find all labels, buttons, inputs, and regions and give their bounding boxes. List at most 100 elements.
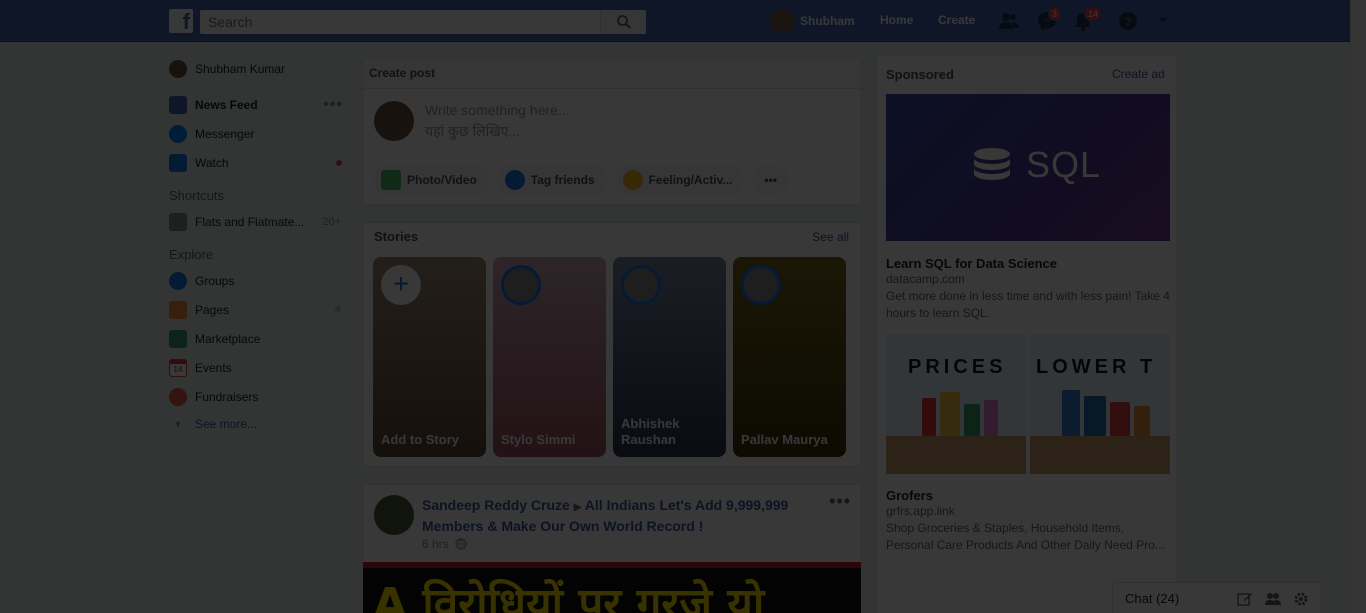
story-card-add[interactable]: + Add to Story xyxy=(373,257,486,457)
sidebar-item-profile[interactable]: Shubham Kumar xyxy=(169,56,349,82)
friends-icon xyxy=(999,13,1019,29)
new-group-icon[interactable] xyxy=(1265,591,1281,607)
compose-icon[interactable] xyxy=(1237,591,1253,607)
right-sidebar: Sponsored Create ad SQL Learn SQL for Da… xyxy=(876,56,1176,613)
more-options-icon[interactable]: ••• xyxy=(323,96,343,114)
ad-title[interactable]: Learn SQL for Data Science xyxy=(886,256,1057,271)
left-navigation: Shubham Kumar News Feed ••• Messenger Wa… xyxy=(169,56,349,437)
create-link[interactable]: Create xyxy=(938,13,975,27)
product-image xyxy=(1110,402,1130,436)
product-image xyxy=(964,404,980,436)
sidebar-item-fundraisers[interactable]: Fundraisers xyxy=(169,382,349,411)
story-name: Stylo Simmi xyxy=(501,432,576,447)
sidebar-item-groups[interactable]: Groups xyxy=(169,266,349,295)
feeling-activity-button[interactable]: Feeling/Activ... xyxy=(614,165,745,195)
post-image[interactable]: A विरोधियों पर गरजे यो xyxy=(363,562,861,613)
profile-name: Shubham xyxy=(800,14,855,28)
post-author-link[interactable]: Sandeep Reddy Cruze xyxy=(422,497,570,513)
account-menu-button[interactable] xyxy=(1156,13,1170,27)
search-input[interactable] xyxy=(200,10,600,34)
shelf xyxy=(886,436,1026,474)
see-more-link[interactable]: ▼ See more... xyxy=(169,411,349,437)
search-box xyxy=(200,10,646,34)
ad-title[interactable]: Grofers xyxy=(886,488,933,503)
help-icon: ? xyxy=(1119,12,1137,30)
photo-video-label: Photo/Video xyxy=(407,173,477,187)
sidebar-item-label: Marketplace xyxy=(195,331,261,346)
post-header: Sandeep Reddy Cruze ▶ All Indians Let's … xyxy=(422,496,812,536)
shortcut-count: 20+ xyxy=(322,215,341,228)
story-card[interactable]: Pallav Maurya xyxy=(733,257,846,457)
see-all-stories-link[interactable]: See all xyxy=(812,230,849,244)
messages-badge: 3 xyxy=(1048,7,1062,21)
facebook-logo[interactable]: f xyxy=(169,9,193,33)
notifications-badge: 14 xyxy=(1084,7,1103,21)
ad-image-sql[interactable]: SQL xyxy=(886,94,1170,241)
sidebar-item-label: Shubham Kumar xyxy=(195,62,286,76)
sidebar-item-events[interactable]: 14 Events xyxy=(169,353,349,382)
more-options-button[interactable]: ••• xyxy=(752,165,789,195)
watch-icon xyxy=(169,153,187,172)
sidebar-item-shortcut[interactable]: Flats and Flatmate... 20+ xyxy=(169,207,349,236)
avatar xyxy=(770,9,794,33)
product-image xyxy=(1134,406,1150,436)
sidebar-item-label: Events xyxy=(195,360,232,375)
sponsored-title: Sponsored xyxy=(886,67,954,82)
story-name: Abhishek Raushan xyxy=(621,416,680,447)
story-name: Add to Story xyxy=(381,432,459,447)
tag-friends-label: Tag friends xyxy=(530,173,595,187)
create-post-header[interactable]: Create post xyxy=(363,59,861,89)
new-indicator-dot xyxy=(336,159,342,166)
sidebar-item-watch[interactable]: Watch xyxy=(169,148,349,177)
top-navigation-bar: f Shubham Home Create 3 14 ? xyxy=(0,0,1350,42)
chat-bar[interactable]: Chat (24) xyxy=(1112,582,1322,613)
page-scrollbar[interactable] xyxy=(1350,0,1366,613)
product-image xyxy=(940,392,960,436)
story-card[interactable]: Stylo Simmi xyxy=(493,257,606,457)
ad-image-grofers[interactable]: PRICES LOWER T xyxy=(886,334,1170,474)
svg-text:?: ? xyxy=(1124,14,1132,29)
events-icon: 14 xyxy=(169,358,187,377)
post-options-button[interactable]: ••• xyxy=(829,491,851,512)
sidebar-item-pages[interactable]: Pages 4 xyxy=(169,295,349,324)
create-ad-link[interactable]: Create ad xyxy=(1112,67,1165,81)
feed-post: Sandeep Reddy Cruze ▶ All Indians Let's … xyxy=(362,484,862,613)
avatar xyxy=(169,60,187,78)
gear-icon[interactable] xyxy=(1293,591,1309,607)
post-timestamp[interactable]: 6 hrs xyxy=(422,537,449,551)
composer-actions: Photo/Video Tag friends Feeling/Activ...… xyxy=(373,165,789,195)
profile-link[interactable]: Shubham xyxy=(770,9,855,33)
post-meta: 6 hrs xyxy=(422,537,467,551)
globe-icon xyxy=(455,538,467,550)
composer-input-hindi-hint[interactable]: यहां कुछ लिखिए... xyxy=(425,122,520,141)
composer-input[interactable]: Write something here... xyxy=(425,102,569,118)
story-card[interactable]: Abhishek Raushan xyxy=(613,257,726,457)
notifications-button[interactable]: 14 xyxy=(1072,7,1103,32)
messages-button[interactable]: 3 xyxy=(1036,7,1062,32)
sidebar-item-label: Messenger xyxy=(195,126,255,141)
avatar xyxy=(741,265,781,305)
arrow-icon: ▶ xyxy=(573,502,582,513)
story-name: Pallav Maurya xyxy=(741,432,828,447)
search-button[interactable] xyxy=(600,10,646,34)
pages-count: 4 xyxy=(334,303,341,316)
home-link[interactable]: Home xyxy=(880,13,913,27)
marketplace-icon xyxy=(169,329,187,348)
tag-friends-button[interactable]: Tag friends xyxy=(496,165,607,195)
quick-help-button[interactable]: ? xyxy=(1117,10,1139,32)
sidebar-item-news-feed[interactable]: News Feed ••• xyxy=(169,90,349,119)
photo-video-button[interactable]: Photo/Video xyxy=(373,165,489,195)
sidebar-item-label: Groups xyxy=(195,273,235,288)
sidebar-item-messenger[interactable]: Messenger xyxy=(169,119,349,148)
ad-domain: grfrs.app.link xyxy=(886,504,955,518)
friend-requests-button[interactable] xyxy=(998,10,1020,32)
ad-image-text: LOWER T xyxy=(1036,356,1157,378)
avatar[interactable] xyxy=(374,495,414,535)
chevron-down-icon: ▼ xyxy=(173,419,183,429)
feeling-activity-label: Feeling/Activ... xyxy=(648,173,733,187)
sidebar-item-label: News Feed xyxy=(195,97,258,112)
ad-image-text: SQL xyxy=(1026,144,1102,185)
sidebar-item-marketplace[interactable]: Marketplace xyxy=(169,324,349,353)
post-image-text: A विरोधियों पर गरजे यो xyxy=(373,579,765,613)
news-feed-icon xyxy=(169,95,187,114)
